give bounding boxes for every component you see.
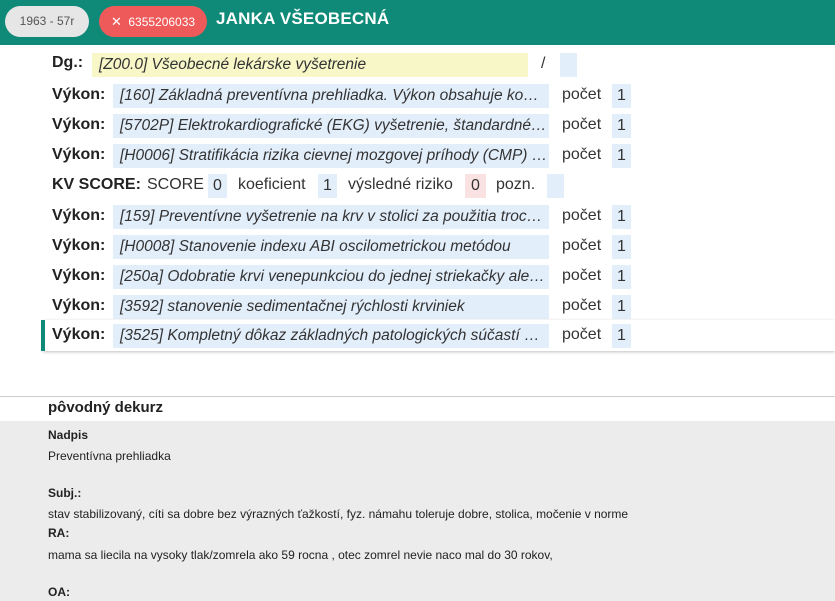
vykon-label: Výkon:: [52, 116, 106, 133]
vykon-row-selected[interactable]: Výkon: [3525] Kompletný dôkaz základných…: [0, 321, 835, 351]
vykon-row[interactable]: Výkon: [5702P] Elektrokardiografické (EK…: [0, 113, 835, 143]
risk-label: výsledné riziko: [348, 176, 453, 193]
pocet-field[interactable]: 1: [612, 205, 631, 229]
patient-id-chip[interactable]: ✕ 6355206033: [99, 6, 207, 37]
dekurz-panel: Nadpis Preventívna prehliadka Subj.: sta…: [0, 421, 835, 601]
pocet-field[interactable]: 1: [612, 265, 631, 289]
vykon-label: Výkon:: [52, 267, 106, 284]
subj-label: Subj.:: [48, 486, 82, 500]
vykon-field[interactable]: [250a] Odobratie krvi venepunkciou do je…: [113, 265, 549, 289]
vykon-label: Výkon:: [52, 146, 106, 163]
vykon-label: Výkon:: [52, 326, 106, 343]
note-field[interactable]: [547, 174, 564, 198]
patient-header-bar: 1963 - 57r ✕ 6355206033 JANKA VŠEOBECNÁ: [0, 0, 835, 45]
vykon-field[interactable]: [159] Preventívne vyšetrenie na krv v st…: [113, 205, 549, 229]
koeficient-label: koeficient: [238, 176, 306, 193]
diagnosis-field[interactable]: [Z00.0] Všeobecné lekárske vyšetrenie: [92, 53, 528, 77]
pocet-field[interactable]: 1: [612, 295, 631, 319]
pocet-label: počet: [562, 237, 602, 254]
vykon-label: Výkon:: [52, 237, 106, 254]
vykon-field[interactable]: [160] Základná preventívna prehliadka. V…: [113, 84, 549, 108]
pocet-label: počet: [562, 146, 602, 163]
score-field[interactable]: 0: [208, 174, 227, 198]
patient-name: JANKA VŠEOBECNÁ: [216, 9, 390, 28]
dekurz-title: pôvodný dekurz: [48, 399, 164, 416]
pocet-label: počet: [562, 326, 602, 343]
diagnosis-separator: /: [541, 55, 546, 72]
nadpis-label: Nadpis: [48, 428, 89, 442]
vykon-row[interactable]: Výkon: [160] Základná preventívna prehli…: [0, 83, 835, 113]
age-chip[interactable]: 1963 - 57r: [5, 6, 89, 37]
pocet-field[interactable]: 1: [612, 144, 631, 168]
pocet-field[interactable]: 1: [612, 84, 631, 108]
ra-value: mama sa liecila na vysoky tlak/zomrela a…: [48, 548, 553, 562]
close-icon[interactable]: ✕: [111, 6, 125, 37]
pocet-field[interactable]: 1: [612, 235, 631, 259]
risk-field[interactable]: 0: [465, 174, 486, 198]
vykon-field[interactable]: [3592] stanovenie sedimentačnej rýchlost…: [113, 295, 549, 319]
vykon-label: Výkon:: [52, 207, 106, 224]
koeficient-field[interactable]: 1: [318, 174, 337, 198]
vykon-field[interactable]: [3525] Kompletný dôkaz základných patolo…: [113, 324, 549, 348]
pocet-field[interactable]: 1: [612, 114, 631, 138]
pocet-label: počet: [562, 86, 602, 103]
vykon-row[interactable]: Výkon: [159] Preventívne vyšetrenie na k…: [0, 204, 835, 234]
vykon-field[interactable]: [H0006] Stratifikácia rizika cievnej moz…: [113, 144, 549, 168]
vykon-row[interactable]: Výkon: [H0006] Stratifikácia rizika ciev…: [0, 143, 835, 173]
ra-label: RA:: [48, 526, 70, 540]
pocet-field[interactable]: 1: [612, 324, 631, 348]
kv-score-label: KV SCORE:: [52, 176, 141, 193]
nadpis-value: Preventívna prehliadka: [48, 449, 171, 463]
patient-id-text: 6355206033: [128, 15, 196, 29]
subj-value: stav stabilizovaný, cíti sa dobre bez vý…: [48, 507, 629, 521]
vykon-field[interactable]: [H0008] Stanovenie indexu ABI oscilometr…: [113, 235, 549, 259]
vykon-row[interactable]: Výkon: [H0008] Stanovenie indexu ABI osc…: [0, 234, 835, 264]
section-divider: [0, 396, 835, 397]
vykon-label: Výkon:: [52, 86, 106, 103]
diagnosis-row: Dg.: [Z00.0] Všeobecné lekárske vyšetren…: [0, 52, 835, 82]
kv-score-row: KV SCORE: SCORE 0 koeficient 1 výsledné …: [0, 172, 835, 202]
oa-label: OA:: [48, 585, 70, 599]
pocet-label: počet: [562, 207, 602, 224]
pocet-label: počet: [562, 116, 602, 133]
note-label: pozn.: [496, 176, 536, 193]
pocet-label: počet: [562, 267, 602, 284]
pocet-label: počet: [562, 297, 602, 314]
score-label: SCORE: [147, 176, 204, 193]
vykon-field[interactable]: [5702P] Elektrokardiografické (EKG) vyše…: [113, 114, 549, 138]
vykon-label: Výkon:: [52, 297, 106, 314]
diagnosis-label: Dg.:: [52, 54, 84, 71]
diagnosis-secondary-field[interactable]: [560, 53, 577, 77]
vykon-row[interactable]: Výkon: [250a] Odobratie krvi venepunkcio…: [0, 264, 835, 294]
